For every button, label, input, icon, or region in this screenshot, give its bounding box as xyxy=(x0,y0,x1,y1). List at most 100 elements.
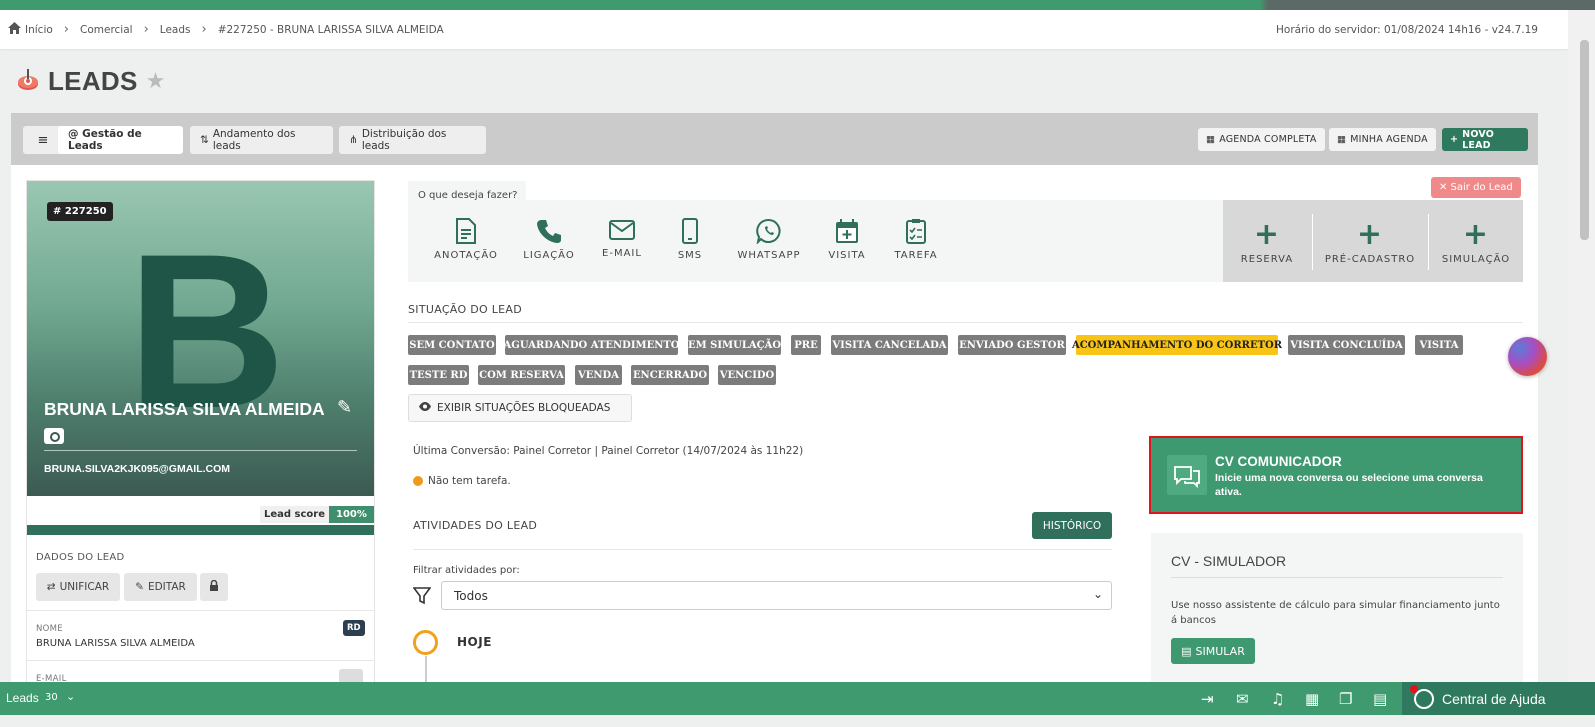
simular-button[interactable]: ▤ SIMULAR xyxy=(1171,638,1255,664)
calendar-icon[interactable]: ▦ xyxy=(1305,690,1319,708)
scrollbar-thumb[interactable] xyxy=(1580,40,1589,240)
assistant-avatar[interactable] xyxy=(1508,337,1547,376)
field-label: NOME xyxy=(36,624,63,634)
visita-action[interactable]: VISITA xyxy=(807,218,887,261)
tab-andamento-dos-leads[interactable]: ⇅ Andamento dos leads xyxy=(190,126,333,154)
button-label: MINHA AGENDA xyxy=(1350,134,1428,145)
button-label: EDITAR xyxy=(147,581,186,593)
status-tag[interactable]: TESTE RD xyxy=(408,365,469,385)
envelope-star-icon[interactable]: ✉ xyxy=(1236,690,1249,708)
status-tag[interactable]: ENCERRADO xyxy=(631,365,709,385)
sms-action[interactable]: SMS xyxy=(650,218,730,261)
timeline-label: HOJE xyxy=(457,635,492,649)
status-tag[interactable]: ENVIADO GESTOR xyxy=(958,335,1066,355)
timeline-marker xyxy=(413,630,438,655)
home-icon[interactable] xyxy=(8,22,21,37)
plus-icon: + xyxy=(1356,217,1384,252)
divider xyxy=(1428,214,1429,270)
page-header: LEADS ★ xyxy=(16,66,165,97)
status-dot-icon xyxy=(413,476,423,486)
button-label: NOVO LEAD xyxy=(1462,128,1495,151)
exibir-situacoes-button[interactable]: EXIBIR SITUAÇÕES BLOQUEADAS xyxy=(408,394,632,422)
star-icon[interactable]: ★ xyxy=(146,69,166,94)
lead-score-value: 100% xyxy=(329,506,374,523)
status-tag[interactable]: VISITA xyxy=(1415,335,1463,355)
historico-button[interactable]: HISTÓRICO xyxy=(1032,512,1112,539)
status-tag[interactable]: VENDA xyxy=(575,365,622,385)
merge-icon: ⇄ xyxy=(46,581,56,593)
sair-do-lead-button[interactable]: ✕ Sair do Lead xyxy=(1431,177,1521,198)
lead-score: Lead score 100% xyxy=(260,506,374,523)
minha-agenda-button[interactable]: ▦ MINHA AGENDA xyxy=(1329,128,1436,151)
chevron-down-icon[interactable]: ⌄ xyxy=(66,690,75,703)
anotacao-action[interactable]: ANOTAÇÃO xyxy=(426,218,506,261)
breadcrumb-comercial[interactable]: Comercial xyxy=(80,24,133,36)
ligacao-action[interactable]: LIGAÇÃO xyxy=(509,218,589,261)
unificar-button[interactable]: ⇄ UNIFICAR xyxy=(36,573,120,601)
cv-comunicador-card[interactable]: CV COMUNICADOR Inicie uma nova conversa … xyxy=(1149,436,1523,514)
divider xyxy=(1171,577,1503,578)
status-tag[interactable]: COM RESERVA xyxy=(478,365,565,385)
central-de-ajuda-button[interactable]: Central de Ajuda xyxy=(1402,682,1595,715)
action-label: PRÉ-CADASTRO xyxy=(1324,254,1416,265)
button-label: UNIFICAR xyxy=(59,581,110,593)
whatsapp-action[interactable]: WHATSAPP xyxy=(729,218,809,261)
pencil-icon[interactable]: ✎ xyxy=(337,397,352,418)
sign-in-icon[interactable]: ⇥ xyxy=(1201,690,1214,708)
status-tag[interactable]: SEM CONTATO xyxy=(408,335,496,355)
plus-icon: + xyxy=(1462,217,1490,252)
tab-distribuicao-dos-leads[interactable]: ⋔ Distribuição dos leads xyxy=(339,126,486,154)
tarefa-action[interactable]: TAREFA xyxy=(876,218,956,261)
calculator-icon: ▤ xyxy=(1181,644,1192,658)
quick-create-panel: + RESERVA + PRÉ-CADASTRO + SIMULAÇÃO xyxy=(1223,200,1523,282)
status-tag-active[interactable]: ACOMPANHAMENTO DO CORRETOR xyxy=(1072,335,1282,355)
status-tag[interactable]: VISITA CANCELADA xyxy=(831,335,948,355)
agenda-completa-button[interactable]: ▦ AGENDA COMPLETA xyxy=(1198,128,1325,151)
novo-lead-button[interactable]: + NOVO LEAD xyxy=(1442,128,1528,151)
tab-gestao-de-leads[interactable]: @ Gestão de Leads xyxy=(58,126,183,154)
page-scrollbar[interactable] xyxy=(1568,10,1595,693)
bell-icon[interactable]: ♫ xyxy=(1271,690,1284,708)
filter-icon xyxy=(412,587,432,608)
divider xyxy=(413,549,1112,550)
status-tag[interactable]: EM SIMULAÇÃO xyxy=(688,335,781,355)
action-label: E-MAIL xyxy=(602,248,642,259)
activity-filter-select[interactable]: Todos ⌄ xyxy=(441,581,1112,610)
pre-cadastro-action[interactable]: + PRÉ-CADASTRO xyxy=(1324,217,1416,266)
divider xyxy=(408,322,1523,323)
simulacao-action[interactable]: + SIMULAÇÃO xyxy=(1440,217,1512,266)
simulador-title: CV - SIMULADOR xyxy=(1171,553,1287,569)
status-tag[interactable]: AGUARDANDO ATENDIMENTO xyxy=(504,335,679,355)
divider xyxy=(1312,214,1313,270)
field-value: BRUNA LARISSA SILVA ALMEIDA xyxy=(36,638,195,649)
action-label: LIGAÇÃO xyxy=(523,250,575,261)
breadcrumb-leads[interactable]: Leads xyxy=(160,24,191,36)
lead-score-bar xyxy=(27,525,374,535)
bottom-bar: Leads 30 ⌄ ⇥ ✉ ♫ ▦ ❐ ▤ Central de Ajuda xyxy=(0,682,1595,715)
editar-button[interactable]: ✎ EDITAR xyxy=(124,573,197,601)
clone-icon[interactable]: ❐ xyxy=(1339,690,1352,708)
menu-button[interactable]: ≡ xyxy=(23,126,63,154)
dados-do-lead-header: DADOS DO LEAD xyxy=(36,552,125,563)
status-tag[interactable]: VISITA CONCLUÍDA xyxy=(1288,335,1405,355)
page-title: LEADS xyxy=(48,66,138,96)
situacao-header: SITUAÇÃO DO LEAD xyxy=(408,303,522,316)
breadcrumb-home[interactable]: Início xyxy=(25,24,53,36)
cv-simulador-panel: CV - SIMULADOR Use nosso assistente de c… xyxy=(1151,533,1523,688)
tarefa-text: Não tem tarefa. xyxy=(428,475,511,487)
camera-icon[interactable] xyxy=(44,428,64,444)
chevron-right-icon: › xyxy=(63,22,69,37)
eye-icon xyxy=(419,402,431,414)
module-count: 30 xyxy=(45,692,58,703)
cv-comunicador-desc: Inicie uma nova conversa ou selecione um… xyxy=(1215,472,1483,498)
status-tag[interactable]: PRE xyxy=(791,335,821,355)
hamburger-icon: ≡ xyxy=(37,132,49,148)
lock-button[interactable] xyxy=(200,573,228,601)
reserva-action[interactable]: + RESERVA xyxy=(1237,220,1297,266)
status-tag[interactable]: VENCIDO xyxy=(718,365,776,385)
atividades-header: ATIVIDADES DO LEAD xyxy=(413,519,538,532)
calculator-icon[interactable]: ▤ xyxy=(1373,690,1387,708)
lock-icon xyxy=(209,579,219,594)
module-name[interactable]: Leads xyxy=(6,691,39,705)
breadcrumb: Início › Comercial › Leads › #227250 - B… xyxy=(0,10,1568,49)
